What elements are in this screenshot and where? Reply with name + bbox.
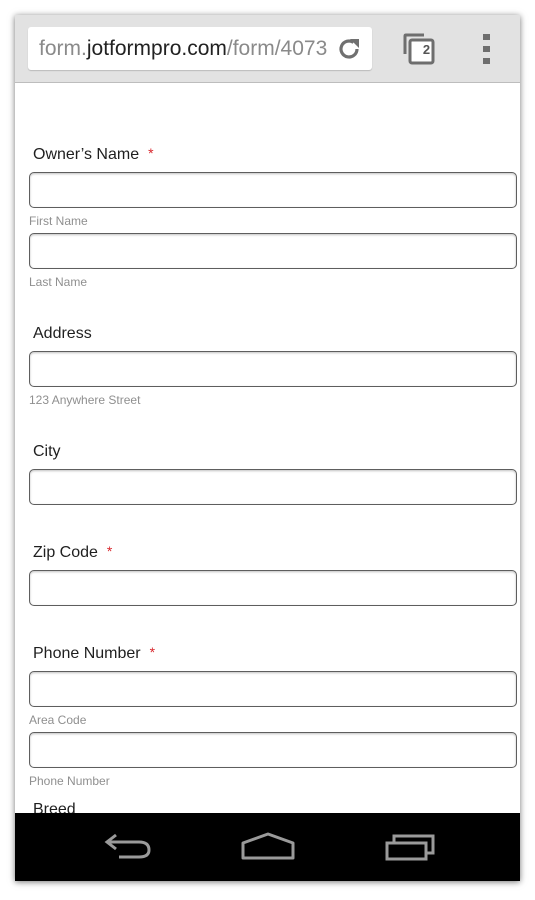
address-input[interactable] <box>29 351 517 387</box>
back-icon[interactable] <box>103 831 153 863</box>
tab-count: 2 <box>422 42 431 57</box>
zip-code-label-text: Zip Code <box>33 544 98 561</box>
required-asterisk: * <box>148 145 154 161</box>
partial-next-label-text: Breed <box>33 801 76 813</box>
required-asterisk: * <box>149 644 156 660</box>
owners-name-label: Owner’s Name * <box>33 145 154 164</box>
url-text[interactable]: form.jotformpro.com/form/4073 <box>39 36 329 62</box>
city-input[interactable] <box>29 469 517 505</box>
recent-apps-icon[interactable] <box>384 831 436 863</box>
first-name-sublabel: First Name <box>29 214 88 228</box>
city-label-text: City <box>33 443 61 460</box>
phone-number-sublabel: Phone Number <box>29 774 110 788</box>
address-label-text: Address <box>33 325 92 342</box>
owners-name-label-text: Owner’s Name <box>33 146 140 163</box>
tabs-button[interactable]: 2 <box>402 32 436 66</box>
url-prefix: form. <box>39 37 87 60</box>
city-label: City <box>33 443 61 461</box>
partial-next-label: Breed <box>33 801 76 813</box>
required-asterisk: * <box>106 543 113 559</box>
form-page: Owner’s Name * First Name Last Name Addre… <box>15 83 520 813</box>
url-domain: jotformpro.com <box>86 37 227 60</box>
phone-number-label-text: Phone Number <box>33 645 141 662</box>
phone-number-input[interactable] <box>29 732 517 768</box>
address-sublabel: 123 Anywhere Street <box>29 393 141 407</box>
zip-code-label: Zip Code * <box>33 543 113 562</box>
area-code-input[interactable] <box>29 671 517 707</box>
overflow-menu-icon[interactable] <box>480 34 494 64</box>
zip-code-input[interactable] <box>29 570 517 606</box>
url-path: /form/4073 <box>226 37 328 60</box>
reload-icon[interactable] <box>336 36 362 62</box>
last-name-input[interactable] <box>29 233 517 269</box>
first-name-input[interactable] <box>29 172 517 208</box>
url-bar[interactable]: form.jotformpro.com/form/4073 <box>28 27 372 70</box>
home-icon[interactable] <box>240 831 296 863</box>
android-nav-bar <box>15 813 520 881</box>
area-code-sublabel: Area Code <box>29 713 87 727</box>
last-name-sublabel: Last Name <box>29 275 88 289</box>
phone-number-label: Phone Number * <box>33 644 156 663</box>
address-label: Address <box>33 325 92 343</box>
phone-screen: form.jotformpro.com/form/4073 2 Owner’s … <box>15 15 520 881</box>
browser-toolbar: form.jotformpro.com/form/4073 2 <box>15 15 520 83</box>
